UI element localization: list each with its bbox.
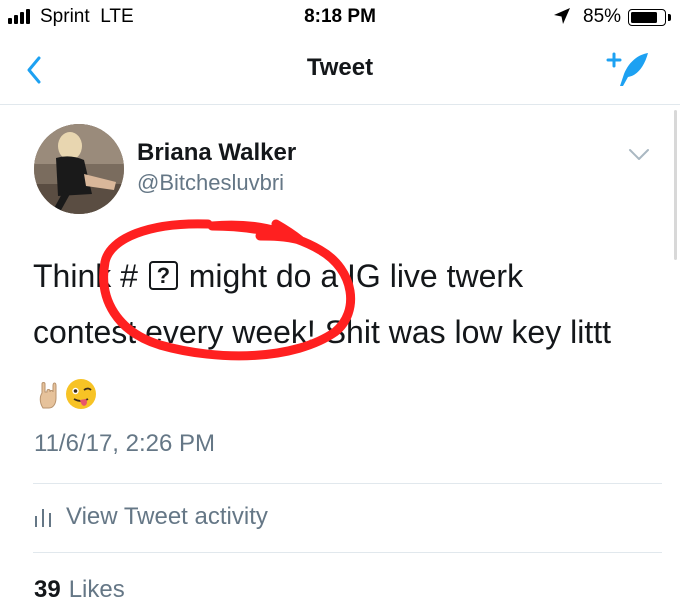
nav-divider <box>0 104 680 105</box>
unknown-glyph-box: ? <box>148 261 178 291</box>
navigation-bar: Tweet <box>0 36 680 104</box>
divider <box>33 483 662 484</box>
avatar[interactable] <box>34 124 124 214</box>
view-tweet-activity-label: View Tweet activity <box>66 503 268 530</box>
likes-label: Likes <box>68 576 125 603</box>
author-name[interactable]: Briana Walker <box>137 139 296 167</box>
winking-tongue-face-emoji <box>65 371 97 409</box>
divider <box>33 552 662 553</box>
location-arrow-icon <box>554 8 570 24</box>
likes-count-link[interactable]: 39 Likes <box>34 576 125 604</box>
view-tweet-activity-link[interactable]: View Tweet activity <box>34 503 268 531</box>
rock-on-hand-emoji <box>33 371 65 409</box>
bar-chart-icon <box>35 509 51 527</box>
battery-percent: 85% <box>583 6 622 27</box>
likes-count: 39 <box>34 576 61 603</box>
tweet-timestamp: 11/6/17, 2:26 PM <box>34 430 216 457</box>
scrollbar[interactable] <box>674 110 677 260</box>
tweet-text: Think # ? might do a IG live twerk conte… <box>33 248 633 416</box>
status-time: 8:18 PM <box>304 6 376 27</box>
author-handle[interactable]: @Bitchesluvbri <box>137 170 284 196</box>
battery-tip <box>668 14 671 21</box>
status-bar: Sprint LTE 8:18 PM 85% <box>0 0 680 36</box>
page-title: Tweet <box>306 54 374 81</box>
battery-icon <box>628 9 666 26</box>
compose-tweet-icon[interactable] <box>606 50 652 90</box>
chevron-down-icon[interactable] <box>628 148 650 162</box>
